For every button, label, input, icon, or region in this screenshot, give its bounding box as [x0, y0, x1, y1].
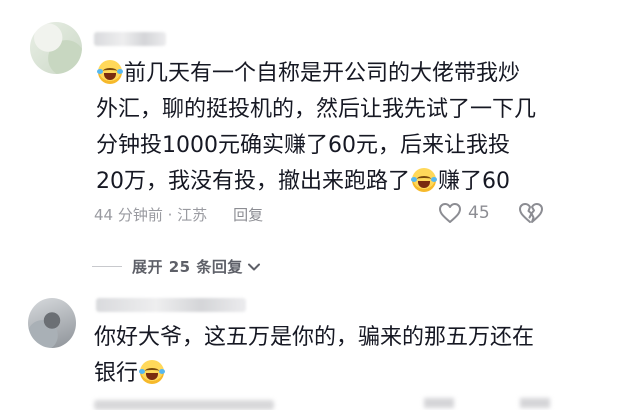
comment-text: 前几天有一个自称是开公司的大佬带我炒外汇，聊的挺投机的，然后让我先试了一下几分钟…: [96, 56, 536, 200]
cropped-like-icon: [424, 398, 454, 408]
heart-outline-icon: [439, 203, 461, 223]
like-button[interactable]: 45: [438, 202, 490, 224]
cropped-dislike-icon: [520, 398, 550, 408]
reply-button[interactable]: 回复: [233, 204, 263, 225]
username-blurred[interactable]: [94, 32, 166, 46]
comment-meta: 44 分钟前 · 江苏 回复: [94, 204, 263, 225]
chevron-down-icon: [247, 263, 260, 270]
comment-time-location: 44 分钟前 · 江苏: [94, 206, 208, 224]
comment-text: 你好大爷，这五万是你的，骗来的那五万还在银行: [94, 320, 554, 392]
avatar[interactable]: [28, 298, 76, 348]
comment-text-part2: 赚了60: [438, 169, 510, 194]
dislike-button[interactable]: [518, 202, 544, 228]
expand-replies[interactable]: 展开 25 条回复: [92, 256, 261, 277]
expand-replies-label: 展开 25 条回复: [132, 258, 243, 276]
laughing-crying-emoji-icon: [97, 60, 123, 84]
cropped-meta-row: [94, 400, 274, 410]
like-count: 45: [468, 203, 490, 223]
broken-heart-outline-icon: [519, 203, 543, 223]
divider-line: [92, 266, 122, 267]
laughing-crying-emoji-icon: [139, 360, 166, 384]
laughing-crying-emoji-icon: [411, 168, 437, 192]
avatar[interactable]: [30, 22, 82, 74]
username-blurred[interactable]: [96, 298, 246, 312]
